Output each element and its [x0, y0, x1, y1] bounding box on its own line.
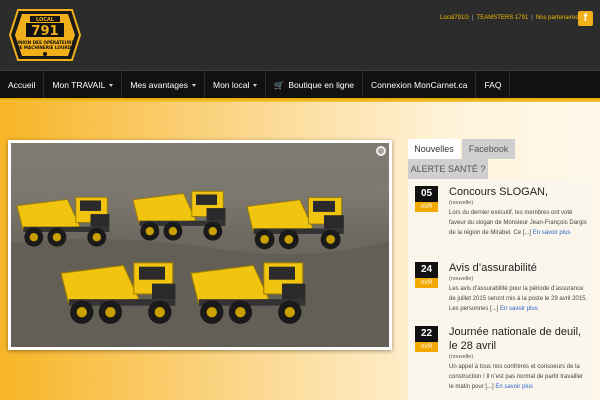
news-excerpt: Un appel à tous nos confrères et consoeu… — [449, 362, 589, 392]
union-logo[interactable]: LOCAL 791 UNION DES OPÉRATEURS DE MACHIN… — [8, 8, 82, 62]
logo-local-text: LOCAL — [36, 17, 55, 23]
news-title[interactable]: Concours SLOGAN, — [449, 185, 589, 199]
caret-down-icon — [253, 83, 258, 87]
date-day: 24 — [415, 262, 438, 278]
top-links: Local791G | TEAMSTERS 1791 | Nos partenaires… — [440, 15, 583, 21]
news-category: (nouvelle) — [449, 354, 474, 360]
nav-item-moncarnet[interactable]: Connexion MonCarnet.ca — [363, 70, 477, 99]
news-title[interactable]: Avis d’assurabilité — [449, 261, 589, 275]
read-more-link[interactable]: En savoir plus — [500, 306, 538, 312]
date-badge: 05 AVR — [415, 186, 438, 212]
news-category: (nouvelle) — [449, 200, 474, 206]
date-month: AVR — [415, 278, 438, 288]
nav-item-mon-travail[interactable]: Mon TRAVAIL — [44, 70, 123, 99]
logo-line2: DE MACHINERIE LOURDE — [16, 45, 74, 50]
date-month: AVR — [415, 342, 438, 352]
nav-item-accueil[interactable]: Accueil — [0, 70, 45, 99]
caret-down-icon — [191, 83, 196, 87]
date-badge: 24 AVR — [415, 262, 438, 288]
main-nav: Accueil Mon TRAVAIL Mes avantages Mon lo… — [0, 70, 600, 99]
nav-label: Connexion MonCarnet.ca — [371, 79, 468, 90]
nav-label: Mes avantages — [130, 79, 188, 90]
tab-nouvelles[interactable]: Nouvelles — [408, 139, 460, 159]
news-category: (nouvelle) — [449, 276, 474, 282]
logo-number: 791 — [31, 24, 58, 39]
caret-down-icon — [109, 83, 114, 87]
site-header: LOCAL 791 UNION DES OPÉRATEURS DE MACHIN… — [0, 0, 600, 70]
date-badge: 22 AVR — [415, 326, 438, 352]
news-excerpt: Les avis d’assurabilité pour la période … — [449, 284, 589, 314]
nav-label: FAQ — [484, 79, 502, 90]
nav-item-mes-avantages[interactable]: Mes avantages — [122, 70, 205, 99]
hero-slider-image[interactable] — [8, 140, 392, 350]
date-month: AVR — [415, 202, 438, 212]
nav-item-mon-local[interactable]: Mon local — [205, 70, 267, 99]
nav-label: Accueil — [8, 79, 36, 90]
read-more-link[interactable]: En savoir plus — [495, 384, 533, 390]
tab-facebook[interactable]: Facebook — [462, 139, 515, 159]
news-title[interactable]: Journée nationale de deuil, le 28 avril — [449, 325, 589, 353]
facebook-icon[interactable]: f — [578, 11, 593, 26]
date-day: 05 — [415, 186, 438, 202]
toplink-teamsters[interactable]: TEAMSTERS 1791 — [477, 15, 529, 21]
toplink-local791g[interactable]: Local791G — [440, 15, 469, 21]
nav-label: Mon TRAVAIL — [52, 79, 106, 90]
nav-item-faq[interactable]: FAQ — [476, 70, 511, 99]
tab-alerte-sante[interactable]: ALERTE SANTÉ ? — [408, 159, 488, 179]
nav-item-boutique[interactable]: 🛒 Boutique en ligne — [266, 70, 364, 99]
toplink-partenaires[interactable]: Nos partenaires — [536, 15, 578, 21]
nav-label: Mon local — [212, 79, 250, 90]
nav-label: Boutique en ligne — [288, 79, 355, 90]
dump-trucks-image — [11, 143, 389, 347]
news-excerpt: Lors du dernier exécutif, les membres on… — [449, 208, 589, 238]
cart-icon: 🛒 — [274, 80, 285, 90]
slider-pager-dot[interactable] — [376, 146, 386, 156]
read-more-link[interactable]: En savoir plus — [533, 230, 571, 236]
date-day: 22 — [415, 326, 438, 342]
